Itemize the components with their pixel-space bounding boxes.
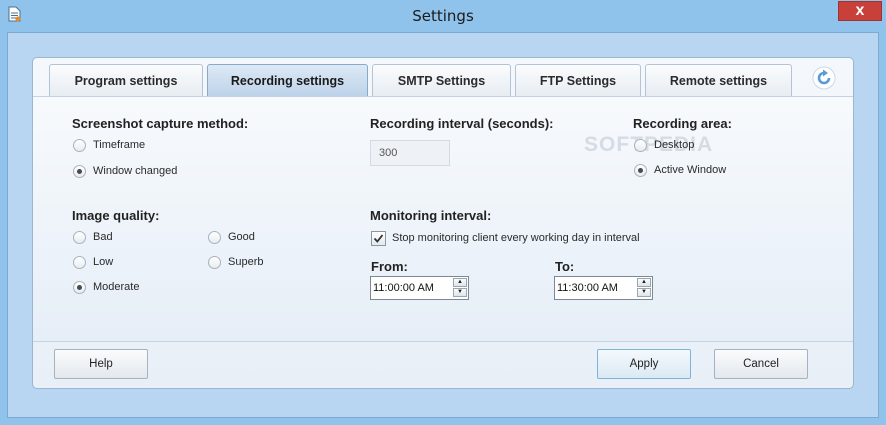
- to-label: To:: [555, 259, 575, 274]
- capture-method-heading: Screenshot capture method:: [72, 116, 249, 131]
- spin-down-button[interactable]: ▼: [453, 288, 467, 297]
- radio-button[interactable]: [73, 280, 86, 294]
- from-time-spinner[interactable]: ▲ ▼: [453, 278, 467, 298]
- to-time-spinner[interactable]: ▲ ▼: [637, 278, 651, 298]
- radio-label: Timeframe: [93, 139, 146, 151]
- radio-active-window[interactable]: Active Window: [634, 162, 726, 178]
- window-title: Settings: [412, 7, 474, 25]
- monitoring-interval-heading: Monitoring interval:: [370, 208, 492, 223]
- refresh-icon[interactable]: [812, 66, 836, 90]
- cancel-button[interactable]: Cancel: [714, 349, 808, 379]
- radio-button[interactable]: [634, 163, 647, 177]
- radio-quality-moderate[interactable]: Moderate: [73, 279, 139, 295]
- radio-label: Superb: [228, 256, 264, 268]
- radio-button[interactable]: [208, 255, 221, 269]
- radio-button[interactable]: [73, 164, 86, 178]
- recording-interval-input[interactable]: 300: [370, 140, 450, 166]
- radio-button[interactable]: [73, 138, 86, 152]
- radio-label: Desktop: [654, 139, 695, 151]
- tab-remote-settings[interactable]: Remote settings: [645, 64, 792, 97]
- radio-quality-superb[interactable]: Superb: [208, 254, 263, 270]
- radio-quality-bad[interactable]: Bad: [73, 229, 113, 245]
- radio-label: Bad: [93, 231, 113, 243]
- radio-button[interactable]: [73, 255, 86, 269]
- close-button[interactable]: x: [838, 1, 882, 21]
- from-time-value: 11:00:00 AM: [373, 282, 434, 294]
- recording-interval-heading: Recording interval (seconds):: [370, 116, 554, 131]
- recording-area-heading: Recording area:: [633, 116, 732, 131]
- to-time-picker[interactable]: 11:30:00 AM ▲ ▼: [554, 276, 653, 300]
- radio-label: Moderate: [93, 281, 140, 293]
- radio-button[interactable]: [73, 230, 86, 244]
- radio-button[interactable]: [208, 230, 221, 244]
- radio-label: Active Window: [654, 164, 727, 176]
- tab-smtp-settings[interactable]: SMTP Settings: [372, 64, 511, 97]
- checkmark-icon: [373, 233, 384, 243]
- radio-quality-low[interactable]: Low: [73, 254, 113, 270]
- radio-timeframe[interactable]: Timeframe: [73, 137, 145, 153]
- radio-label: Good: [228, 231, 255, 243]
- close-icon: x: [855, 2, 865, 19]
- tab-ftp-settings[interactable]: FTP Settings: [515, 64, 641, 97]
- tab-recording-settings[interactable]: Recording settings: [207, 64, 368, 97]
- spin-up-button[interactable]: ▲: [637, 278, 651, 287]
- from-time-picker[interactable]: 11:00:00 AM ▲ ▼: [370, 276, 469, 300]
- stop-monitoring-checkbox[interactable]: [371, 230, 386, 246]
- radio-button[interactable]: [634, 138, 647, 152]
- from-label: From:: [371, 259, 408, 274]
- spin-up-button[interactable]: ▲: [453, 278, 467, 287]
- radio-label: Window changed: [93, 165, 178, 177]
- to-time-value: 11:30:00 AM: [557, 282, 618, 294]
- radio-quality-good[interactable]: Good: [208, 229, 255, 245]
- image-quality-heading: Image quality:: [72, 208, 160, 223]
- title-bar: Settings x: [0, 0, 886, 32]
- radio-desktop[interactable]: Desktop: [634, 137, 694, 153]
- stop-monitoring-checkbox-row[interactable]: Stop monitoring client every working day…: [371, 230, 640, 246]
- apply-button[interactable]: Apply: [597, 349, 691, 379]
- stop-monitoring-label: Stop monitoring client every working day…: [392, 232, 640, 244]
- tab-program-settings[interactable]: Program settings: [49, 64, 203, 97]
- spin-down-button[interactable]: ▼: [637, 288, 651, 297]
- radio-label: Low: [93, 256, 114, 268]
- help-button[interactable]: Help: [54, 349, 148, 379]
- radio-window-changed[interactable]: Window changed: [73, 163, 177, 179]
